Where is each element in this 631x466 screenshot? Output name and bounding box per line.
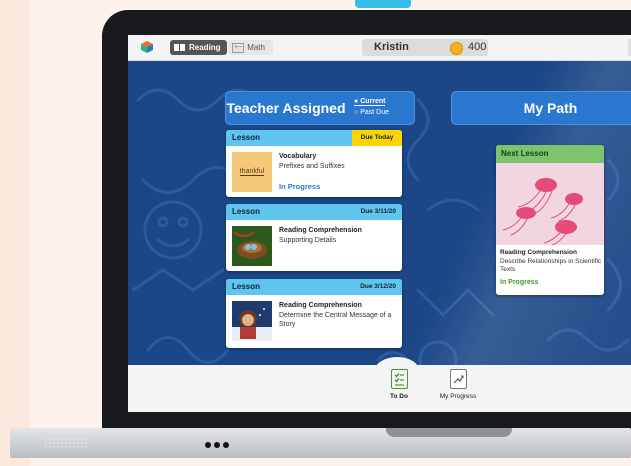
- lesson-subject: Vocabulary: [279, 153, 317, 160]
- coin-icon: [450, 42, 463, 55]
- nav-my-progress[interactable]: My Progress: [432, 369, 484, 400]
- lesson-card-header: Lesson Due Today: [226, 130, 402, 146]
- speaker-grille: [44, 437, 88, 449]
- port-indicators: [205, 442, 229, 448]
- laptop-base: [10, 428, 631, 458]
- decorative-tab: [355, 0, 411, 8]
- next-lesson-card[interactable]: Next Lesson Reading Comprehension Descri…: [496, 145, 604, 295]
- math-icon: +−: [232, 42, 245, 53]
- user-name: Kristin: [374, 41, 409, 53]
- next-lesson-label: Next Lesson: [501, 149, 549, 158]
- lesson-subject: Reading Comprehension: [279, 302, 362, 309]
- lesson-subject: Reading Comprehension: [279, 227, 362, 234]
- thumbnail-word: thankful: [239, 168, 265, 176]
- nav-my-progress-label: My Progress: [439, 393, 477, 400]
- subject-reading-tab[interactable]: Reading: [170, 40, 227, 55]
- lid-hinge-notch: [386, 428, 512, 437]
- legend-current[interactable]: ● Current: [354, 98, 386, 106]
- lesson-card-header: Lesson Due 3/12/20: [226, 279, 402, 295]
- lesson-type: Lesson: [232, 282, 261, 291]
- next-lesson-subject: Reading Comprehension: [500, 249, 577, 256]
- legend-past-due-label: Past Due: [360, 109, 389, 116]
- checklist-icon: [390, 369, 408, 389]
- teacher-assigned-title: Teacher Assigned: [226, 100, 346, 116]
- user-coins-pill[interactable]: Kristin 400: [362, 39, 488, 56]
- my-path-header: My Path: [451, 91, 631, 125]
- legend-past-due[interactable]: ○ Past Due: [354, 109, 389, 116]
- next-lesson-status: In Progress: [500, 279, 539, 286]
- lesson-status: In Progress: [279, 182, 321, 191]
- lesson-thumbnail: thankful: [232, 152, 272, 192]
- legend-current-label: Current: [360, 98, 386, 105]
- top-bar: Reading +− Math Kristin 400: [128, 35, 631, 61]
- lesson-thumbnail: [232, 226, 272, 266]
- nav-todo-label: To Do: [390, 393, 408, 400]
- lesson-type: Lesson: [232, 207, 261, 216]
- subject-math-label: Math: [247, 43, 265, 52]
- subject-math-tab[interactable]: +− Math: [228, 40, 273, 55]
- subject-reading-label: Reading: [189, 43, 221, 52]
- due-date: Due 3/11/20: [360, 208, 396, 215]
- jellyfish-image: [496, 163, 604, 245]
- nav-todo[interactable]: To Do: [379, 369, 419, 400]
- lesson-type: Lesson: [232, 133, 261, 142]
- coin-count: 400: [468, 41, 487, 53]
- lesson-card[interactable]: Lesson Due 3/12/20 Reading Comprehension…: [226, 279, 402, 348]
- lesson-topic: Determine the Central Message of a Story: [279, 312, 392, 328]
- lesson-topic: Prefixes and Suffixes: [279, 163, 345, 170]
- next-lesson-header: Next Lesson: [496, 145, 604, 163]
- lesson-topic: Supporting Details: [279, 237, 337, 244]
- due-date: Due 3/12/20: [360, 283, 396, 290]
- app-screen: Reading +− Math Kristin 400 Teacher Assi…: [128, 35, 631, 412]
- book-icon: [174, 44, 185, 51]
- my-path-title: My Path: [523, 100, 578, 116]
- background-strip: [0, 0, 30, 466]
- lesson-thumbnail: [232, 301, 272, 341]
- lesson-card-header: Lesson Due 3/11/20: [226, 204, 402, 220]
- progress-chart-icon: [449, 369, 467, 389]
- lesson-card[interactable]: Lesson Due 3/11/20 Reading Comprehension…: [226, 204, 402, 271]
- lesson-card[interactable]: Lesson Due Today thankful Vocabulary Pre…: [226, 130, 402, 197]
- teacher-assigned-header: Teacher Assigned ● Current ○ Past Due: [225, 91, 415, 125]
- next-lesson-topic: Describe Relationships in Scientific Tex…: [500, 258, 602, 273]
- app-logo-icon: [141, 41, 153, 53]
- due-badge: Due Today: [352, 130, 402, 146]
